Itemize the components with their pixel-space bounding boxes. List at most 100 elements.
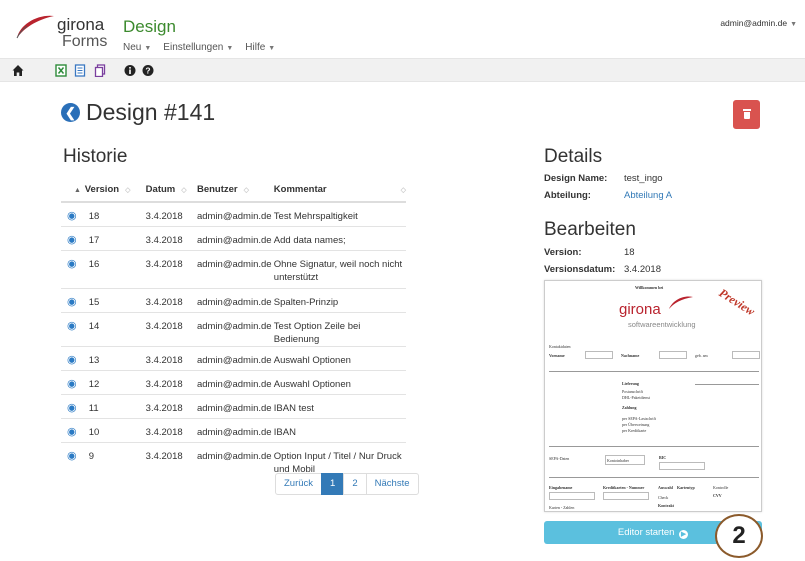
pv-gebam: geb. am <box>695 353 708 358</box>
table-row: ◉ 13 3.4.2018 admin@admin.de Auswahl Opt… <box>61 345 406 370</box>
user-email: admin@admin.de <box>720 18 788 28</box>
col-header-benutzer[interactable]: Benutzer ◇ <box>196 177 274 203</box>
step-badge: 2 <box>715 514 763 558</box>
girona-forms-logo[interactable]: girona Forms <box>14 10 114 54</box>
top-navbar: girona Forms Design Neu ▼ Einstellungen ▼ … <box>0 0 805 58</box>
pv-check: Check <box>658 495 669 500</box>
menu-einstellungen[interactable]: Einstellungen ▼ <box>163 42 233 53</box>
info-icon[interactable] <box>124 64 136 77</box>
cell-benutzer: admin@admin.de <box>196 225 274 250</box>
page-title: Design #141 <box>86 99 216 125</box>
pv-opt2: DHL-Paketdienst <box>622 395 650 400</box>
cell-benutzer: admin@admin.de <box>196 249 274 288</box>
pv-eingabe-box <box>549 492 595 500</box>
pv-karten: Karten - Zahlen <box>549 505 575 510</box>
col-header-kommentar[interactable]: Kommentar ◇ <box>273 177 406 203</box>
cell-datum: 3.4.2018 <box>145 345 197 370</box>
col-header-view[interactable]: ▲ <box>61 177 85 203</box>
pv-bic: BIC <box>659 455 667 460</box>
table-header-row: ▲ Version ◇ Datum ◇ Benutzer ◇ Kommentar ◇ <box>61 177 406 203</box>
design-preview[interactable]: Willkommen bei girona softwareentwicklun… <box>544 280 762 512</box>
pv-kontrolle: Kontrolle <box>713 485 729 490</box>
excel-icon[interactable] <box>55 64 67 77</box>
eye-icon[interactable]: ◉ <box>67 320 77 332</box>
table-row: ◉ 10 3.4.2018 admin@admin.de IBAN <box>61 417 406 442</box>
back-arrow-icon[interactable]: ❮ <box>61 103 80 122</box>
eye-icon[interactable]: ◉ <box>67 296 77 308</box>
cell-datum: 3.4.2018 <box>145 417 197 442</box>
col-header-kommentar-label: Kommentar <box>273 183 327 195</box>
eye-icon[interactable]: ◉ <box>67 210 77 222</box>
help-icon[interactable]: ? <box>142 64 154 77</box>
pager-next[interactable]: Nächste <box>365 473 419 495</box>
pv-vorname: Vorname <box>549 353 565 358</box>
pv-opt1: Postanschrift <box>622 389 643 394</box>
trash-icon-body <box>744 112 750 119</box>
menu-neu[interactable]: Neu ▼ <box>123 42 151 53</box>
cell-benutzer: admin@admin.de <box>196 201 274 226</box>
cell-benutzer: admin@admin.de <box>196 369 274 394</box>
pager-page-1[interactable]: 1 <box>321 473 345 495</box>
cell-version: 15 <box>84 287 146 312</box>
pager-page-2[interactable]: 2 <box>343 473 367 495</box>
cell-kommentar: Add data names; <box>273 225 406 250</box>
trash-icon <box>743 109 751 111</box>
table-row: ◉ 14 3.4.2018 admin@admin.de Test Option… <box>61 311 406 346</box>
eye-icon[interactable]: ◉ <box>67 258 77 270</box>
pv-kontrakt: Kontrakt <box>658 503 674 508</box>
cell-datum: 3.4.2018 <box>145 201 197 226</box>
eye-icon[interactable]: ◉ <box>67 450 77 462</box>
preview-stamp: Preview <box>716 285 758 319</box>
col-header-datum[interactable]: Datum ◇ <box>145 177 197 203</box>
table-row: ◉ 11 3.4.2018 admin@admin.de IBAN test <box>61 393 406 418</box>
pager-prev[interactable]: Zurück <box>275 473 323 495</box>
pv-zahlung: Zahlung <box>622 405 637 410</box>
abteilung-link[interactable]: Abteilung A <box>624 190 672 201</box>
logo-word: girona <box>57 15 105 34</box>
bearbeiten-heading: Bearbeiten <box>544 219 636 240</box>
copy-icon[interactable] <box>94 64 106 77</box>
home-icon[interactable] <box>12 64 24 77</box>
pagination: Zurück 1 2 Nächste <box>275 473 419 495</box>
table-row: ◉ 18 3.4.2018 admin@admin.de Test Mehrsp… <box>61 201 406 226</box>
pv-kredit-box <box>603 492 649 500</box>
preview-logo-swoosh-icon <box>669 296 693 309</box>
app-title[interactable]: Design <box>123 17 176 37</box>
cell-version: 11 <box>84 393 146 418</box>
pv-nachname-box <box>659 351 687 359</box>
form-icon[interactable] <box>74 64 86 77</box>
pv-kartentyp: Kartentyp <box>677 485 695 490</box>
menu-hilfe-label: Hilfe <box>245 42 266 53</box>
user-menu[interactable]: admin@admin.de ▼ <box>720 18 797 28</box>
eye-icon[interactable]: ◉ <box>67 426 77 438</box>
menu-einstellungen-label: Einstellungen <box>163 42 224 53</box>
cell-datum: 3.4.2018 <box>145 225 197 250</box>
top-menu: Neu ▼ Einstellungen ▼ Hilfe ▼ <box>123 42 275 53</box>
cell-datum: 3.4.2018 <box>145 393 197 418</box>
cell-kommentar: Test Option Zeile bei Bedienung <box>273 311 406 346</box>
cell-kommentar: Test Mehrspaltigkeit <box>273 201 406 226</box>
delete-button[interactable] <box>733 100 760 129</box>
pv-divider <box>549 371 759 372</box>
cell-version: 9 <box>84 441 146 480</box>
preview-logo: girona <box>619 301 661 318</box>
editor-button-label: Editor starten <box>617 527 675 538</box>
col-header-version[interactable]: Version ◇ <box>84 177 146 203</box>
caret-down-icon: ▼ <box>790 21 797 28</box>
abteilung-label: Abteilung: <box>544 190 591 201</box>
eye-icon[interactable]: ◉ <box>67 354 77 366</box>
cell-version: 16 <box>84 249 146 288</box>
cell-datum: 3.4.2018 <box>145 249 197 288</box>
menu-neu-label: Neu <box>123 42 142 53</box>
sort-icon: ◇ <box>125 186 131 194</box>
eye-icon[interactable]: ◉ <box>67 402 77 414</box>
design-name-label: Design Name: <box>544 173 608 184</box>
table-row: ◉ 17 3.4.2018 admin@admin.de Add data na… <box>61 225 406 250</box>
eye-icon[interactable]: ◉ <box>67 234 77 246</box>
pv-gebam-box <box>732 351 760 359</box>
table-row: ◉ 16 3.4.2018 admin@admin.de Ohne Signat… <box>61 249 406 288</box>
eye-icon[interactable]: ◉ <box>67 378 77 390</box>
preview-logo-sub: softwareentwicklung <box>628 320 696 329</box>
menu-hilfe[interactable]: Hilfe ▼ <box>245 42 275 53</box>
col-header-datum-label: Datum <box>145 183 176 195</box>
